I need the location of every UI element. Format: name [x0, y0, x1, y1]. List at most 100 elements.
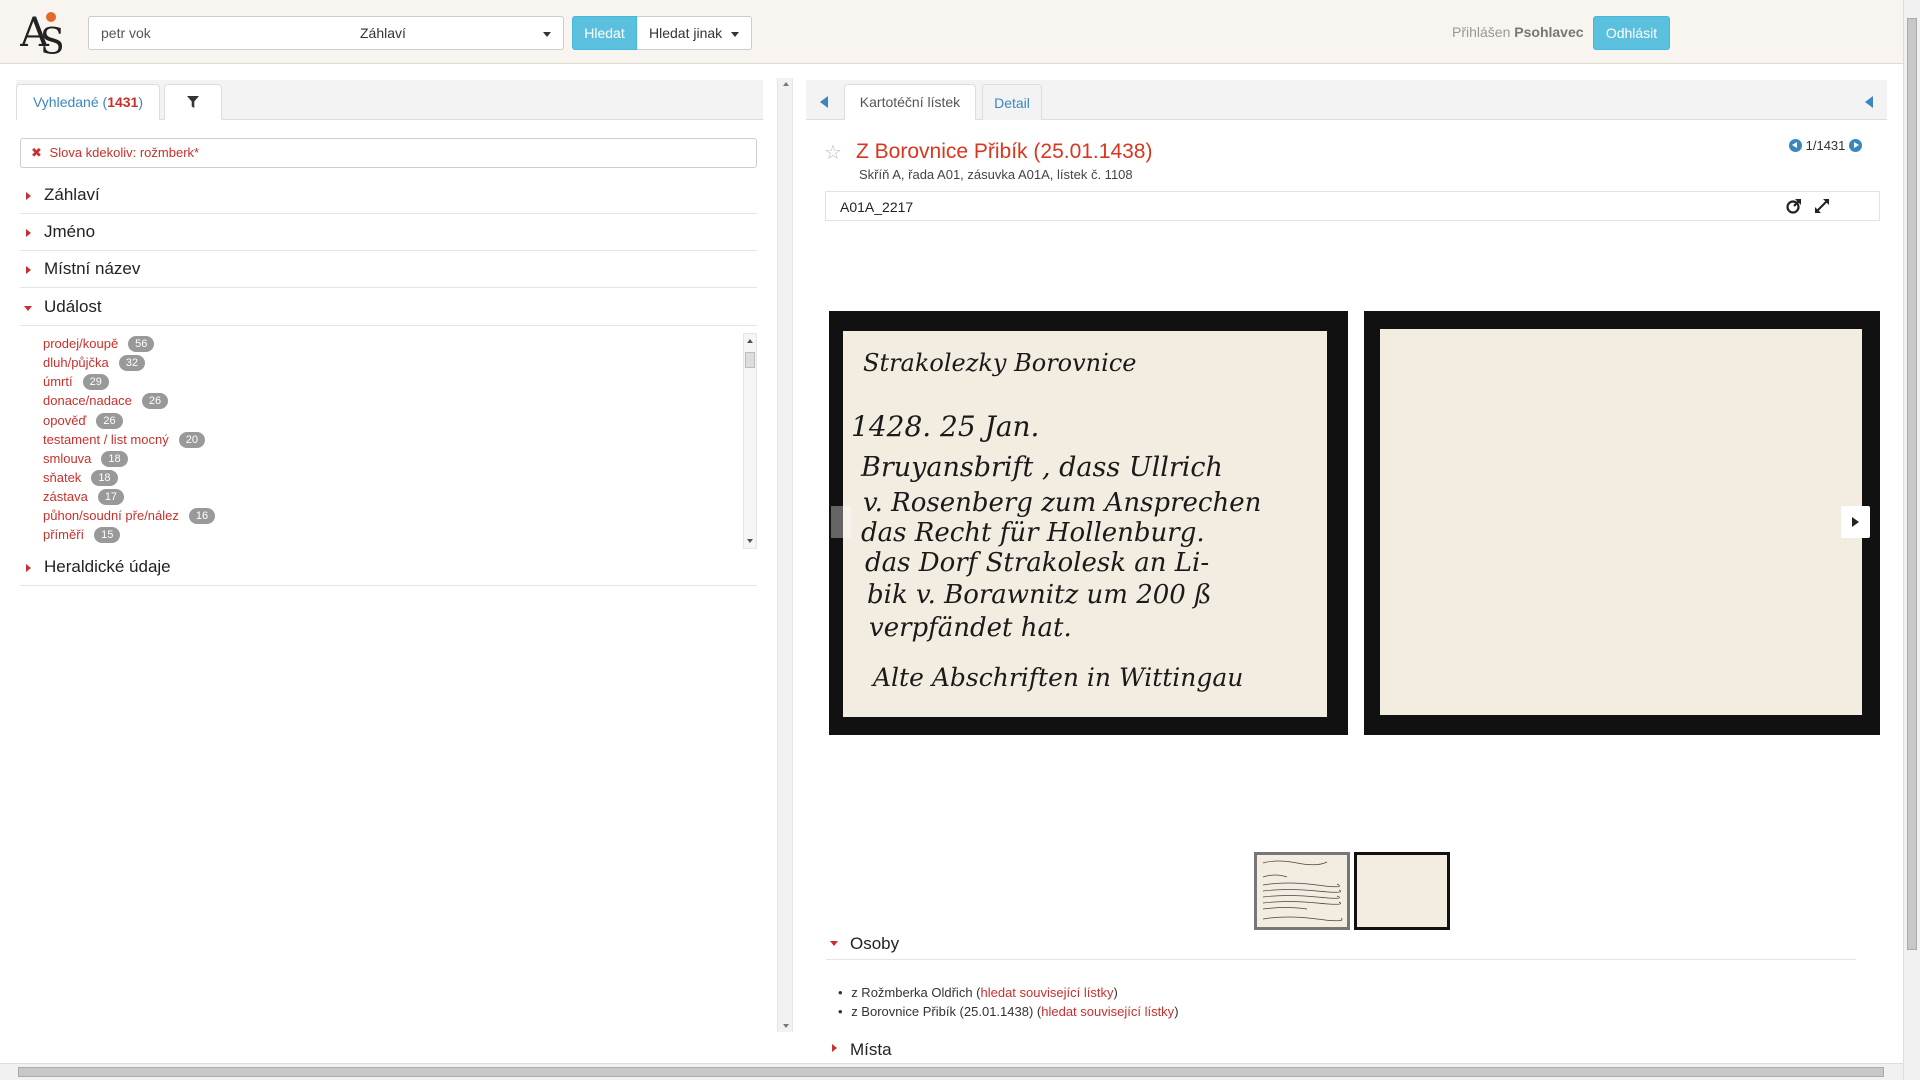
count-badge: 20	[178, 432, 205, 448]
tab-card[interactable]: Kartotéční lístek	[844, 84, 976, 120]
top-bar: A S petr vok Záhlaví Hledat Hledat jinak…	[0, 0, 1903, 64]
person-close: )	[1174, 1004, 1179, 1019]
list-item[interactable]: půhon/soudní pře/nález 16	[43, 508, 216, 527]
list-item[interactable]: opověď 26	[43, 413, 123, 432]
caret-down-icon	[830, 941, 838, 946]
list-item[interactable]: prodej/koupě 56	[43, 336, 155, 355]
related-cards-link[interactable]: hledat související lístky	[981, 985, 1114, 1000]
search-input[interactable]: petr vok	[88, 16, 349, 50]
star-icon[interactable]: ☆	[824, 140, 842, 165]
count-badge: 26	[141, 393, 169, 409]
tab-filter[interactable]	[164, 84, 222, 120]
facet-label: Jméno	[44, 222, 96, 241]
event-label: příměří	[43, 527, 85, 542]
search-field-select[interactable]: Záhlaví	[348, 16, 564, 50]
next-record-icon[interactable]	[1849, 139, 1863, 152]
fullscreen-icon[interactable]	[1814, 198, 1830, 214]
page-horizontal-scrollbar[interactable]	[0, 1063, 1903, 1080]
scrollbar-thumb[interactable]	[1907, 18, 1917, 950]
list-item[interactable]: donace/nadace 26	[43, 393, 169, 412]
event-label: prodej/koupě	[43, 336, 119, 351]
event-label: testament / list mocný	[43, 432, 169, 447]
event-label: opověď	[43, 413, 87, 428]
list-item[interactable]: příměří 15	[43, 527, 121, 546]
archive-logo[interactable]: A S	[20, 6, 72, 58]
search-other-button[interactable]: Hledat jinak	[637, 16, 752, 50]
person-close: )	[1113, 985, 1118, 1000]
count-badge: 18	[101, 451, 128, 467]
list-item: z Rožmberka Oldřich (hledat související …	[838, 985, 1118, 1000]
event-label: dluh/půjčka	[43, 355, 109, 370]
panel-splitter[interactable]	[777, 78, 793, 1032]
search-field-value: Záhlaví	[360, 25, 406, 41]
list-item[interactable]: dluh/půjčka 32	[43, 355, 146, 374]
list-item[interactable]: zástava 17	[43, 489, 125, 508]
facet-zahlavi[interactable]: Záhlaví	[20, 177, 757, 214]
collapse-left-icon[interactable]	[820, 96, 828, 108]
carousel-next-button[interactable]	[1841, 506, 1870, 538]
card-line: 1428. 25 Jan.	[851, 410, 1039, 443]
close-icon[interactable]: ✖	[31, 145, 42, 160]
tab-detail[interactable]: Detail	[982, 84, 1042, 120]
card-paper	[1380, 329, 1862, 715]
tab-found[interactable]: Vyhledané (1431)	[16, 84, 160, 120]
facet-mistni-nazev[interactable]: Místní název	[20, 251, 757, 288]
related-cards-link[interactable]: hledat související lístky	[1041, 1004, 1174, 1019]
scroll-up-icon[interactable]	[783, 82, 789, 86]
facet-udalost[interactable]: Událost	[20, 289, 757, 326]
scroll-up-icon[interactable]	[747, 339, 753, 343]
chevron-down-icon	[543, 32, 551, 37]
handwriting: Strakolezky Borovnice 1428. 25 Jan. Bruy…	[851, 349, 1261, 692]
count-badge: 26	[96, 413, 123, 429]
caret-right-icon	[26, 564, 31, 572]
count-badge: 18	[91, 470, 118, 486]
list-item[interactable]: smlouva 18	[43, 451, 128, 470]
card-code: A01A_2217	[840, 199, 914, 215]
thumbnail-front[interactable]	[1254, 852, 1350, 930]
external-link-icon[interactable]	[1786, 198, 1802, 214]
card-line: v. Rosenberg zum Ansprechen	[863, 488, 1261, 518]
left-tab-bar: Vyhledané (1431)	[16, 80, 763, 120]
section-persons[interactable]: Osoby	[826, 930, 1856, 960]
filter-icon	[187, 96, 199, 108]
logout-button[interactable]: Odhlásit	[1593, 16, 1670, 50]
facet-label: Událost	[44, 297, 102, 316]
collapse-right-icon[interactable]	[1865, 96, 1873, 108]
count-badge: 16	[188, 508, 216, 524]
chevron-down-icon	[731, 32, 739, 37]
section-label: Osoby	[850, 934, 900, 953]
event-label: zástava	[43, 489, 88, 504]
svg-text:S: S	[40, 22, 65, 58]
search-button[interactable]: Hledat	[572, 16, 637, 50]
event-label: smlouva	[43, 451, 92, 466]
caret-right-icon	[26, 266, 31, 274]
event-list-scrollbar[interactable]	[743, 333, 757, 549]
scroll-down-icon[interactable]	[747, 539, 753, 543]
card-image-back[interactable]	[1364, 311, 1880, 735]
facet-heraldicke-udaje[interactable]: Heraldické údaje	[20, 549, 757, 586]
section-places[interactable]: Místa	[826, 1036, 1856, 1066]
count-badge: 17	[97, 489, 125, 505]
count-badge: 32	[118, 355, 146, 371]
scroll-down-icon[interactable]	[783, 1024, 789, 1028]
count-badge: 15	[94, 527, 121, 543]
facet-label: Záhlaví	[44, 185, 100, 204]
active-filter-tag[interactable]: ✖ Slova kdekoliv: rožmberk*	[20, 138, 757, 168]
facet-jmeno[interactable]: Jméno	[20, 214, 757, 251]
page-vertical-scrollbar[interactable]	[1903, 0, 1920, 1080]
list-item[interactable]: sňatek 18	[43, 470, 118, 489]
scrollbar-thumb[interactable]	[745, 352, 755, 368]
caret-right-icon	[26, 192, 31, 200]
prev-record-icon[interactable]	[1789, 139, 1802, 152]
tab-found-label: Vyhledané (	[32, 94, 108, 110]
carousel-prev-button[interactable]	[831, 506, 851, 538]
list-item[interactable]: testament / list mocný 20	[43, 432, 205, 451]
caret-right-icon	[26, 229, 31, 237]
thumbnail-scribble	[1262, 860, 1343, 922]
card-image-front[interactable]: Strakolezky Borovnice 1428. 25 Jan. Bruy…	[829, 311, 1348, 735]
thumbnail-back[interactable]	[1354, 852, 1450, 930]
right-tab-bar: Kartotéční lístek Detail	[806, 80, 1887, 120]
scrollbar-thumb[interactable]	[18, 1067, 1884, 1077]
list-item[interactable]: úmrtí 29	[43, 374, 109, 393]
card-code-bar: A01A_2217	[825, 191, 1880, 221]
